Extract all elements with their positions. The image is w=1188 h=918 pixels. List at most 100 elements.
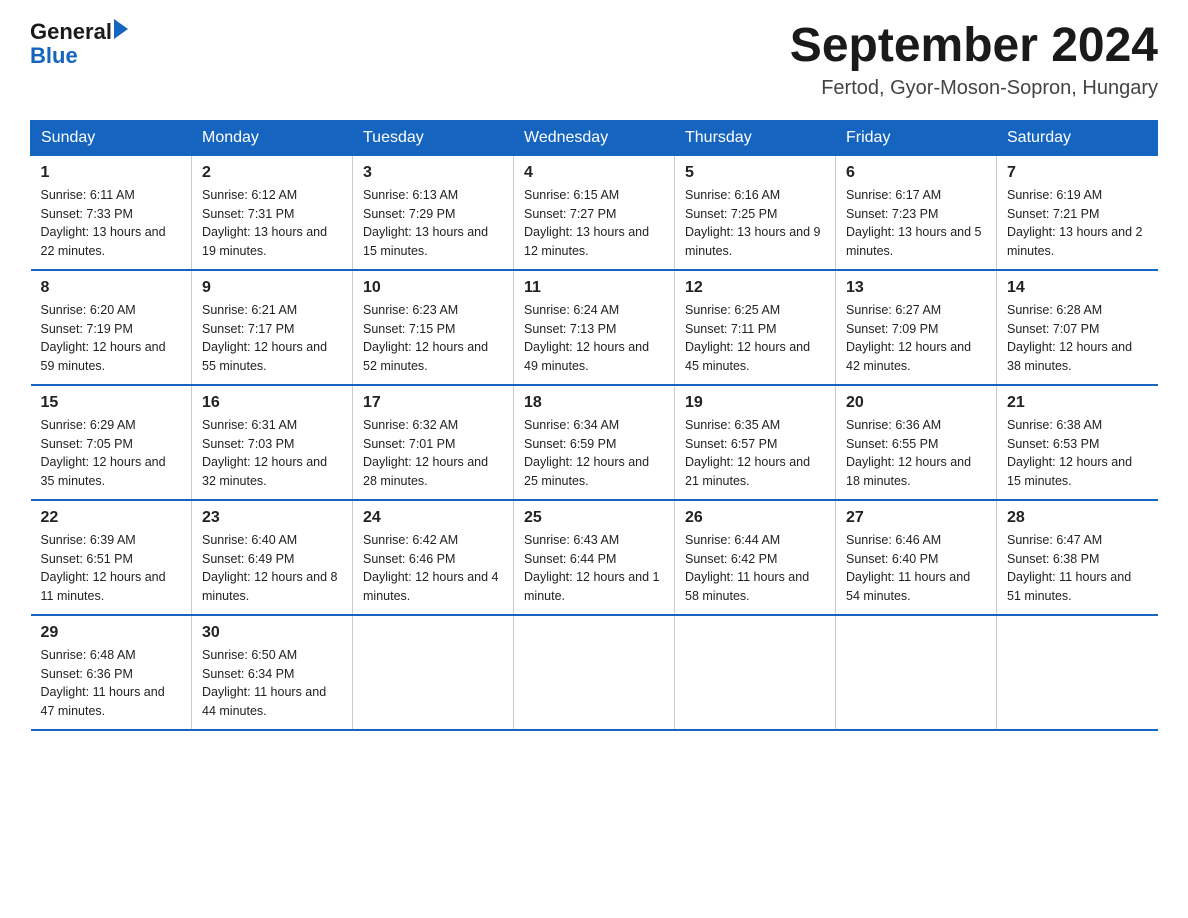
page-header: General Blue September 2024 Fertod, Gyor… [30,20,1158,100]
calendar-day-cell: 2Sunrise: 6:12 AMSunset: 7:31 PMDaylight… [192,155,353,270]
day-number: 9 [202,279,342,297]
day-info: Sunrise: 6:23 AMSunset: 7:15 PMDaylight:… [363,301,503,376]
day-number: 15 [41,394,182,412]
day-info: Sunrise: 6:48 AMSunset: 6:36 PMDaylight:… [41,646,182,721]
day-number: 14 [1007,279,1148,297]
day-info: Sunrise: 6:39 AMSunset: 6:51 PMDaylight:… [41,531,182,606]
day-info: Sunrise: 6:34 AMSunset: 6:59 PMDaylight:… [524,416,664,491]
day-number: 4 [524,164,664,182]
calendar-day-cell: 15 Sunrise: 6:29 AMSunset: 7:05 PMDayligh… [31,385,192,500]
day-info: Sunrise: 6:11 AMSunset: 7:33 PMDaylight:… [41,186,182,261]
day-info: Sunrise: 6:24 AMSunset: 7:13 PMDaylight:… [524,301,664,376]
calendar-day-cell: 25Sunrise: 6:43 AMSunset: 6:44 PMDayligh… [514,500,675,615]
day-info: Sunrise: 6:27 AMSunset: 7:09 PMDaylight:… [846,301,986,376]
calendar-day-cell: 18 Sunrise: 6:34 AMSunset: 6:59 PMDayligh… [514,385,675,500]
day-info: Sunrise: 6:25 AMSunset: 7:11 PMDaylight:… [685,301,825,376]
day-number: 22 [41,509,182,527]
day-info: Sunrise: 6:29 AMSunset: 7:05 PMDaylight:… [41,416,182,491]
calendar-day-cell: 16 Sunrise: 6:31 AMSunset: 7:03 PMDayligh… [192,385,353,500]
calendar-day-cell: 21 Sunrise: 6:38 AMSunset: 6:53 PMDayligh… [997,385,1158,500]
day-number: 21 [1007,394,1148,412]
calendar-day-cell: 23Sunrise: 6:40 AMSunset: 6:49 PMDayligh… [192,500,353,615]
logo-general-text: General [30,20,112,44]
day-of-week-header: Sunday [31,120,192,155]
logo: General Blue [30,20,128,68]
day-number: 29 [41,624,182,642]
logo-blue-text: Blue [30,44,128,68]
calendar-day-cell: 26 Sunrise: 6:44 AMSunset: 6:42 PMDayligh… [675,500,836,615]
day-info: Sunrise: 6:42 AMSunset: 6:46 PMDaylight:… [363,531,503,606]
day-number: 26 [685,509,825,527]
day-info: Sunrise: 6:44 AMSunset: 6:42 PMDaylight:… [685,531,825,606]
day-number: 16 [202,394,342,412]
calendar-day-cell: 11Sunrise: 6:24 AMSunset: 7:13 PMDayligh… [514,270,675,385]
calendar-day-cell: 19Sunrise: 6:35 AMSunset: 6:57 PMDayligh… [675,385,836,500]
day-info: Sunrise: 6:31 AMSunset: 7:03 PMDaylight:… [202,416,342,491]
calendar-week-row: 15 Sunrise: 6:29 AMSunset: 7:05 PMDayligh… [31,385,1158,500]
day-info: Sunrise: 6:40 AMSunset: 6:49 PMDaylight:… [202,531,342,606]
calendar-day-cell [353,615,514,730]
calendar-day-cell: 1 Sunrise: 6:11 AMSunset: 7:33 PMDaylight… [31,155,192,270]
day-info: Sunrise: 6:32 AMSunset: 7:01 PMDaylight:… [363,416,503,491]
calendar-day-cell: 27Sunrise: 6:46 AMSunset: 6:40 PMDayligh… [836,500,997,615]
day-info: Sunrise: 6:21 AMSunset: 7:17 PMDaylight:… [202,301,342,376]
day-info: Sunrise: 6:19 AMSunset: 7:21 PMDaylight:… [1007,186,1148,261]
day-number: 1 [41,164,182,182]
calendar-day-cell: 20Sunrise: 6:36 AMSunset: 6:55 PMDayligh… [836,385,997,500]
day-info: Sunrise: 6:50 AMSunset: 6:34 PMDaylight:… [202,646,342,721]
calendar-day-cell: 22 Sunrise: 6:39 AMSunset: 6:51 PMDayligh… [31,500,192,615]
day-number: 13 [846,279,986,297]
calendar-title: September 2024 [790,20,1158,73]
day-number: 12 [685,279,825,297]
day-of-week-header: Tuesday [353,120,514,155]
day-number: 8 [41,279,182,297]
calendar-week-row: 8 Sunrise: 6:20 AMSunset: 7:19 PMDaylight… [31,270,1158,385]
calendar-day-cell: 30 Sunrise: 6:50 AMSunset: 6:34 PMDayligh… [192,615,353,730]
day-info: Sunrise: 6:16 AMSunset: 7:25 PMDaylight:… [685,186,825,261]
calendar-day-cell: 17 Sunrise: 6:32 AMSunset: 7:01 PMDayligh… [353,385,514,500]
calendar-day-cell [997,615,1158,730]
calendar-day-cell: 12 Sunrise: 6:25 AMSunset: 7:11 PMDayligh… [675,270,836,385]
day-info: Sunrise: 6:46 AMSunset: 6:40 PMDaylight:… [846,531,986,606]
day-number: 6 [846,164,986,182]
calendar-subtitle: Fertod, Gyor-Moson-Sopron, Hungary [790,77,1158,100]
calendar-day-cell: 4Sunrise: 6:15 AMSunset: 7:27 PMDaylight… [514,155,675,270]
day-of-week-header: Wednesday [514,120,675,155]
calendar-day-cell: 14Sunrise: 6:28 AMSunset: 7:07 PMDayligh… [997,270,1158,385]
day-info: Sunrise: 6:20 AMSunset: 7:19 PMDaylight:… [41,301,182,376]
calendar-day-cell: 3 Sunrise: 6:13 AMSunset: 7:29 PMDaylight… [353,155,514,270]
calendar-week-row: 29 Sunrise: 6:48 AMSunset: 6:36 PMDayligh… [31,615,1158,730]
day-info: Sunrise: 6:38 AMSunset: 6:53 PMDaylight:… [1007,416,1148,491]
day-number: 7 [1007,164,1148,182]
title-block: September 2024 Fertod, Gyor-Moson-Sopron… [790,20,1158,100]
day-number: 30 [202,624,342,642]
calendar-day-cell: 10 Sunrise: 6:23 AMSunset: 7:15 PMDayligh… [353,270,514,385]
calendar-week-row: 22 Sunrise: 6:39 AMSunset: 6:51 PMDayligh… [31,500,1158,615]
day-number: 10 [363,279,503,297]
calendar-day-cell [675,615,836,730]
day-number: 28 [1007,509,1148,527]
day-of-week-header: Saturday [997,120,1158,155]
day-info: Sunrise: 6:17 AMSunset: 7:23 PMDaylight:… [846,186,986,261]
day-of-week-header: Friday [836,120,997,155]
day-of-week-header: Monday [192,120,353,155]
calendar-day-cell [836,615,997,730]
day-number: 18 [524,394,664,412]
calendar-day-cell: 6 Sunrise: 6:17 AMSunset: 7:23 PMDaylight… [836,155,997,270]
calendar-day-cell: 5Sunrise: 6:16 AMSunset: 7:25 PMDaylight… [675,155,836,270]
calendar-table: SundayMondayTuesdayWednesdayThursdayFrid… [30,120,1158,731]
day-number: 20 [846,394,986,412]
day-info: Sunrise: 6:13 AMSunset: 7:29 PMDaylight:… [363,186,503,261]
day-number: 17 [363,394,503,412]
logo-arrow-icon [114,19,128,39]
day-of-week-header: Thursday [675,120,836,155]
day-info: Sunrise: 6:47 AMSunset: 6:38 PMDaylight:… [1007,531,1148,606]
day-info: Sunrise: 6:35 AMSunset: 6:57 PMDaylight:… [685,416,825,491]
calendar-day-cell: 29 Sunrise: 6:48 AMSunset: 6:36 PMDayligh… [31,615,192,730]
calendar-day-cell: 9 Sunrise: 6:21 AMSunset: 7:17 PMDaylight… [192,270,353,385]
calendar-day-cell: 24Sunrise: 6:42 AMSunset: 6:46 PMDayligh… [353,500,514,615]
calendar-day-cell: 28 Sunrise: 6:47 AMSunset: 6:38 PMDayligh… [997,500,1158,615]
calendar-day-cell: 13 Sunrise: 6:27 AMSunset: 7:09 PMDayligh… [836,270,997,385]
calendar-day-cell [514,615,675,730]
day-number: 3 [363,164,503,182]
